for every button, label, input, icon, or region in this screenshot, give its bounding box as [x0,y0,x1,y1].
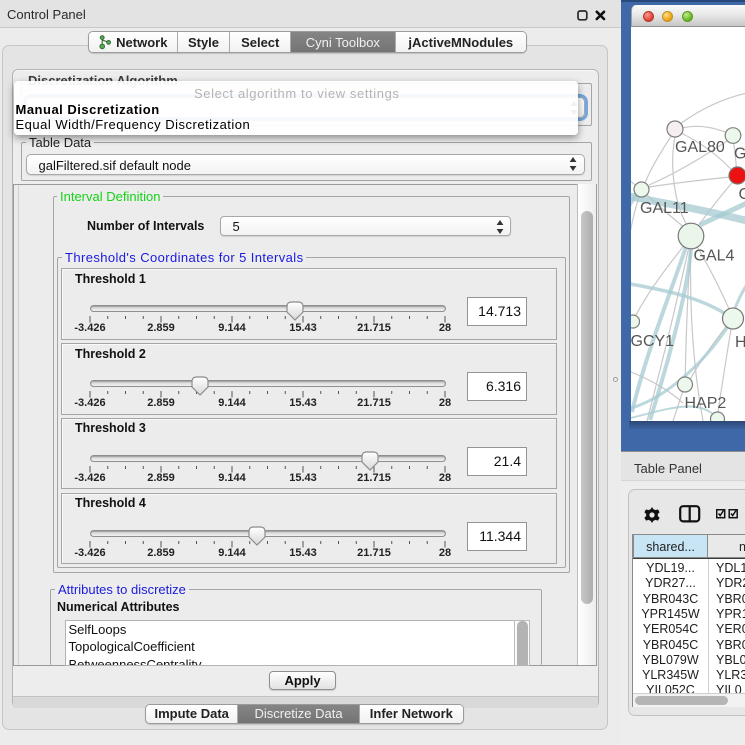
svg-text:GA: GA [734,146,745,163]
svg-text:H: H [735,334,745,351]
svg-text:GAL80: GAL80 [675,139,725,156]
svg-text:GAL4: GAL4 [694,248,735,265]
svg-text:GAL11: GAL11 [640,200,689,217]
svg-text:HAP2: HAP2 [685,395,727,412]
svg-text:C: C [739,186,745,203]
svg-text:GCY1: GCY1 [631,333,674,350]
